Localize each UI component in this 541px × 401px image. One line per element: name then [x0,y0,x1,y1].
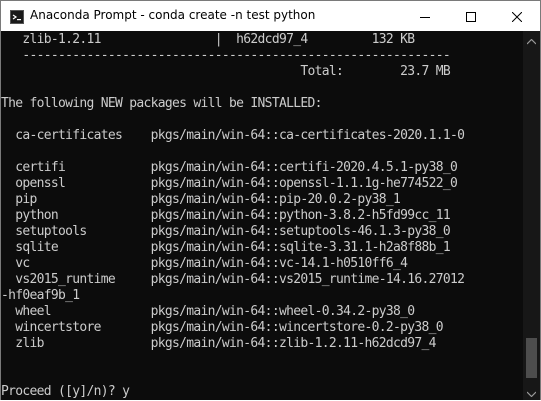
chevron-up-icon [526,30,537,49]
terminal-icon [10,9,24,24]
console-line: certifi pkgs/main/win-64::certifi-2020.4… [1,160,458,175]
scroll-thumb[interactable] [526,338,537,378]
console-line: wincertstore pkgs/main/win-64::wincertst… [1,320,443,335]
chevron-down-icon [526,382,537,401]
scroll-up-button[interactable] [523,31,540,48]
console-line: ca-certificates pkgs/main/win-64::ca-cer… [1,128,465,143]
close-button[interactable] [494,1,540,31]
console-line: python pkgs/main/win-64::python-3.8.2-h5… [1,208,450,223]
close-icon [511,7,523,26]
console-line: ----------------------------------------… [1,48,450,63]
scroll-down-button[interactable] [523,383,540,400]
console-line: wheel pkgs/main/win-64::wheel-0.34.2-py3… [1,304,415,319]
console-line: sqlite pkgs/main/win-64::sqlite-3.31.1-h… [1,240,450,255]
console-line: vc pkgs/main/win-64::vc-14.1-h0510ff6_4 [1,256,408,271]
console-line: zlib-1.2.11 | h62dcd97_4 132 KB [1,32,415,47]
window-title: Anaconda Prompt - conda create -n test p… [30,8,316,22]
console-line: setuptools pkgs/main/win-64::setuptools-… [1,224,450,239]
minimize-icon [420,7,430,26]
console-line: openssl pkgs/main/win-64::openssl-1.1.1g… [1,176,458,191]
console-output[interactable]: zlib-1.2.11 | h62dcd97_4 132 KB --------… [1,31,523,400]
console-line: pip pkgs/main/win-64::pip-20.0.2-py38_1 [1,192,401,207]
maximize-button[interactable] [448,1,494,31]
console-line: -hf0eaf9b_1 [1,288,80,303]
anaconda-prompt-window: Anaconda Prompt - conda create -n test p… [0,0,541,400]
console-line: Total: 23.7 MB [1,64,450,79]
vertical-scrollbar[interactable] [523,31,540,400]
console-line: zlib pkgs/main/win-64::zlib-1.2.11-h62dc… [1,336,436,351]
console-line: vs2015_runtime pkgs/main/win-64::vs2015_… [1,272,465,287]
console-line: The following NEW packages will be INSTA… [1,96,322,111]
maximize-icon [466,7,476,26]
minimize-button[interactable] [402,1,448,31]
title-bar[interactable]: Anaconda Prompt - conda create -n test p… [1,1,540,31]
console-prompt-line: Proceed ([y]/n)? y [1,384,130,399]
